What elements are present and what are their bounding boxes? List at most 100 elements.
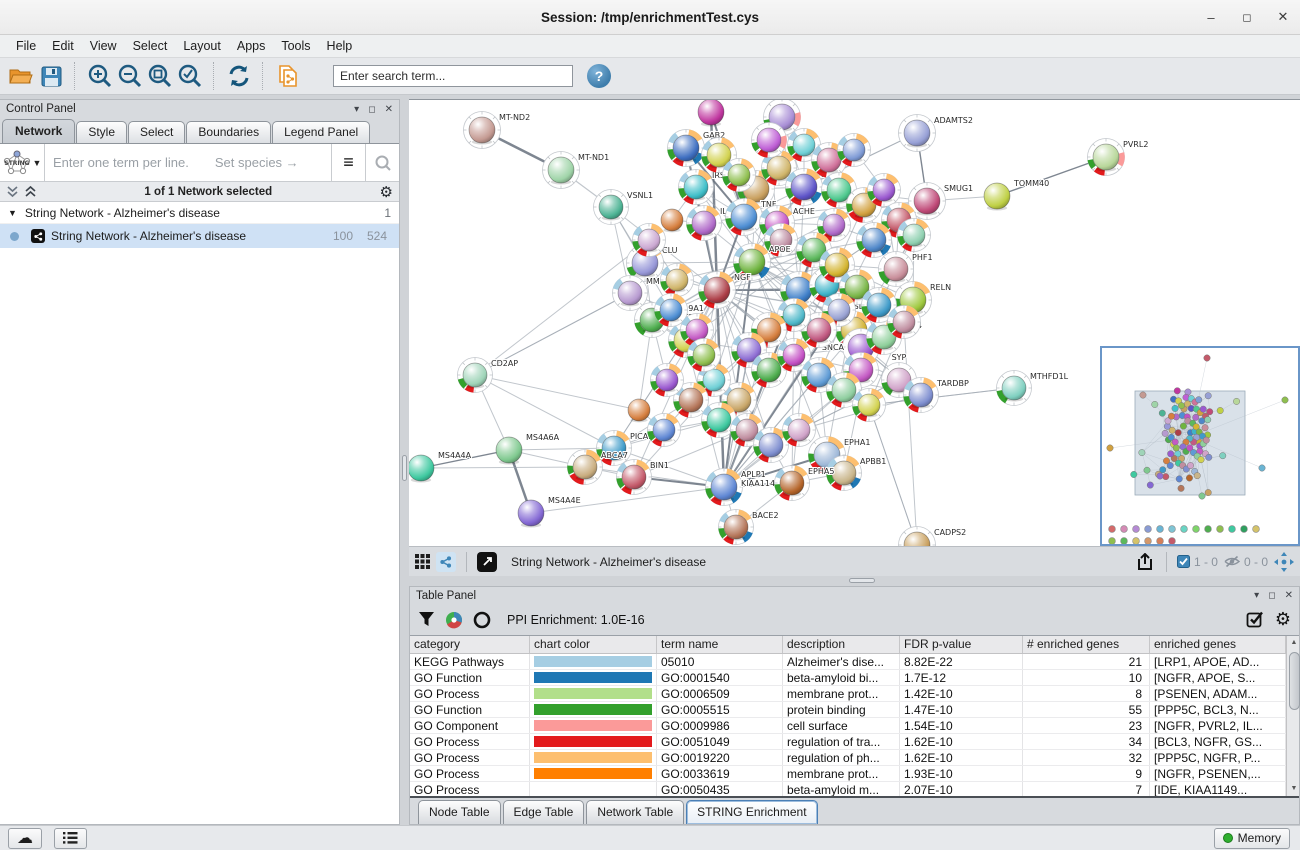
network-node-tardbp[interactable]: TARDBP — [904, 378, 969, 413]
string-search-button[interactable] — [365, 144, 399, 181]
tab-select[interactable]: Select — [128, 121, 185, 143]
network-collection-row[interactable]: ▼ String Network - Alzheimer's disease 1 — [0, 202, 399, 224]
network-node-tomm40[interactable]: TOMM40 — [984, 179, 1049, 211]
network-canvas[interactable]: MT-ND2MT-ND1VSNL1GAB2ADAMTS2PVRL2SMUG1TO… — [409, 99, 1300, 546]
network-node[interactable] — [857, 223, 892, 258]
column-header-enriched-genes[interactable]: enriched genes — [1150, 636, 1286, 653]
panel-float-icon[interactable]: ◻ — [1268, 590, 1275, 601]
zoom-in-button[interactable] — [85, 61, 115, 91]
table-row[interactable]: GO ComponentGO:0009986cell surface1.54E-… — [410, 718, 1286, 734]
tab-style[interactable]: Style — [76, 121, 127, 143]
network-node-mt-nd2[interactable]: MT-ND2 — [464, 112, 531, 149]
network-node-cadps2[interactable]: CADPS2 — [899, 527, 967, 547]
export-network-icon[interactable] — [1136, 553, 1156, 571]
network-node[interactable] — [661, 264, 694, 297]
close-button[interactable]: ✕ — [1276, 9, 1290, 25]
maximize-button[interactable]: ◻ — [1240, 11, 1254, 24]
selected-checkbox-icon[interactable] — [1177, 555, 1190, 568]
share-view-icon[interactable] — [436, 552, 456, 572]
network-node[interactable] — [838, 134, 871, 167]
column-header-category[interactable]: category — [410, 636, 530, 653]
network-node-ms4a4e[interactable]: MS4A4E — [518, 496, 581, 528]
table-row[interactable]: GO ProcessGO:0006509membrane prot...1.42… — [410, 686, 1286, 702]
navigator-toggle-icon[interactable] — [1274, 552, 1294, 572]
minimize-button[interactable]: – — [1204, 10, 1218, 25]
gear-icon[interactable]: ⚙ — [1275, 609, 1291, 630]
zoom-selected-button[interactable] — [175, 61, 205, 91]
network-node-bin1[interactable]: BIN1 — [617, 460, 669, 495]
menu-help[interactable]: Help — [319, 37, 361, 55]
help-icon[interactable]: ? — [587, 64, 611, 88]
ring-chart-icon[interactable] — [473, 611, 491, 629]
table-scrollbar[interactable]: ▲ ▼ — [1286, 636, 1299, 796]
menu-layout[interactable]: Layout — [175, 37, 229, 55]
gear-icon[interactable]: ⚙ — [380, 183, 393, 201]
string-query-input[interactable]: Enter one term per line. Set species → — [44, 144, 331, 181]
string-options-button[interactable]: ≡ — [331, 144, 365, 181]
table-row[interactable]: GO FunctionGO:0001540beta-amyloid bi...1… — [410, 670, 1286, 686]
menu-select[interactable]: Select — [125, 37, 176, 55]
chart-color-icon[interactable] — [445, 611, 463, 629]
network-node[interactable] — [752, 123, 787, 158]
network-node-epha5[interactable]: EPHA5 — [775, 466, 835, 501]
tab-edge-table[interactable]: Edge Table — [503, 800, 585, 824]
menu-edit[interactable]: Edit — [44, 37, 82, 55]
tab-network[interactable]: Network — [2, 119, 75, 143]
scroll-up-icon[interactable]: ▲ — [1288, 637, 1300, 649]
network-edge[interactable] — [475, 375, 639, 410]
menu-tools[interactable]: Tools — [273, 37, 318, 55]
cloud-tasks-button[interactable]: ☁ — [8, 828, 42, 849]
search-input[interactable] — [333, 65, 573, 87]
zoom-out-button[interactable] — [115, 61, 145, 91]
vertical-splitter[interactable] — [400, 99, 409, 825]
column-header-term-name[interactable]: term name — [657, 636, 783, 653]
network-node-apbb1[interactable]: APBB1 — [827, 456, 887, 491]
network-edge[interactable] — [421, 467, 585, 468]
horizontal-splitter[interactable] — [409, 576, 1300, 586]
network-node-ms4a4a[interactable]: MS4A4A — [409, 451, 472, 483]
panel-close-icon[interactable]: ✕ — [385, 104, 393, 115]
expand-all-icon[interactable] — [24, 185, 37, 198]
detach-view-icon[interactable] — [477, 552, 497, 572]
memory-button[interactable]: Memory — [1214, 828, 1290, 849]
column-header-FDR-p-value[interactable]: FDR p-value — [900, 636, 1023, 653]
network-node[interactable] — [888, 306, 921, 339]
network-node-pvrl2[interactable]: PVRL2 — [1088, 139, 1149, 176]
network-node-bace2[interactable]: BACE2 — [719, 510, 779, 545]
network-node-smug1[interactable]: SMUG1 — [909, 183, 974, 220]
network-node[interactable] — [783, 414, 816, 447]
table-row[interactable]: GO ProcessGO:0033619membrane prot...1.93… — [410, 766, 1286, 782]
scroll-down-icon[interactable]: ▼ — [1288, 783, 1300, 795]
table-row[interactable]: GO FunctionGO:0005515protein binding1.47… — [410, 702, 1286, 718]
column-header-description[interactable]: description — [783, 636, 900, 653]
zoom-fit-button[interactable] — [145, 61, 175, 91]
save-session-button[interactable] — [36, 61, 66, 91]
panel-close-icon[interactable]: ✕ — [1285, 590, 1293, 601]
grid-view-icon[interactable] — [415, 554, 430, 569]
open-session-button[interactable] — [6, 61, 36, 91]
refresh-button[interactable] — [224, 61, 254, 91]
network-node[interactable] — [698, 100, 724, 127]
string-logo-button[interactable]: STRING ▼ — [0, 150, 44, 176]
tab-node-table[interactable]: Node Table — [418, 800, 501, 824]
eye-off-icon[interactable] — [1224, 555, 1240, 568]
network-node-mt-nd1[interactable]: MT-ND1 — [543, 152, 610, 189]
menu-file[interactable]: File — [8, 37, 44, 55]
tree-expand-arrow-icon[interactable]: ▼ — [8, 208, 17, 218]
tab-legend-panel[interactable]: Legend Panel — [272, 121, 370, 143]
panel-float-icon[interactable]: ◻ — [368, 104, 375, 115]
copy-network-button[interactable] — [273, 61, 303, 91]
menu-view[interactable]: View — [82, 37, 125, 55]
table-row[interactable]: GO ProcessGO:0019220regulation of ph...1… — [410, 750, 1286, 766]
network-node-mthfd1l[interactable]: MTHFD1L — [997, 371, 1069, 406]
network-node-cd2ap[interactable]: CD2AP — [458, 358, 519, 393]
task-history-button[interactable] — [54, 828, 87, 849]
network-node[interactable] — [628, 399, 650, 422]
column-header-chart-color[interactable]: chart color — [530, 636, 657, 653]
collapse-all-icon[interactable] — [6, 185, 19, 198]
scroll-thumb[interactable] — [1289, 652, 1300, 710]
column-header---enriched-genes[interactable]: # enriched genes — [1023, 636, 1150, 653]
network-node[interactable] — [723, 159, 756, 192]
network-node-phf1[interactable]: PHF1 — [879, 252, 933, 287]
network-node[interactable] — [688, 339, 721, 372]
